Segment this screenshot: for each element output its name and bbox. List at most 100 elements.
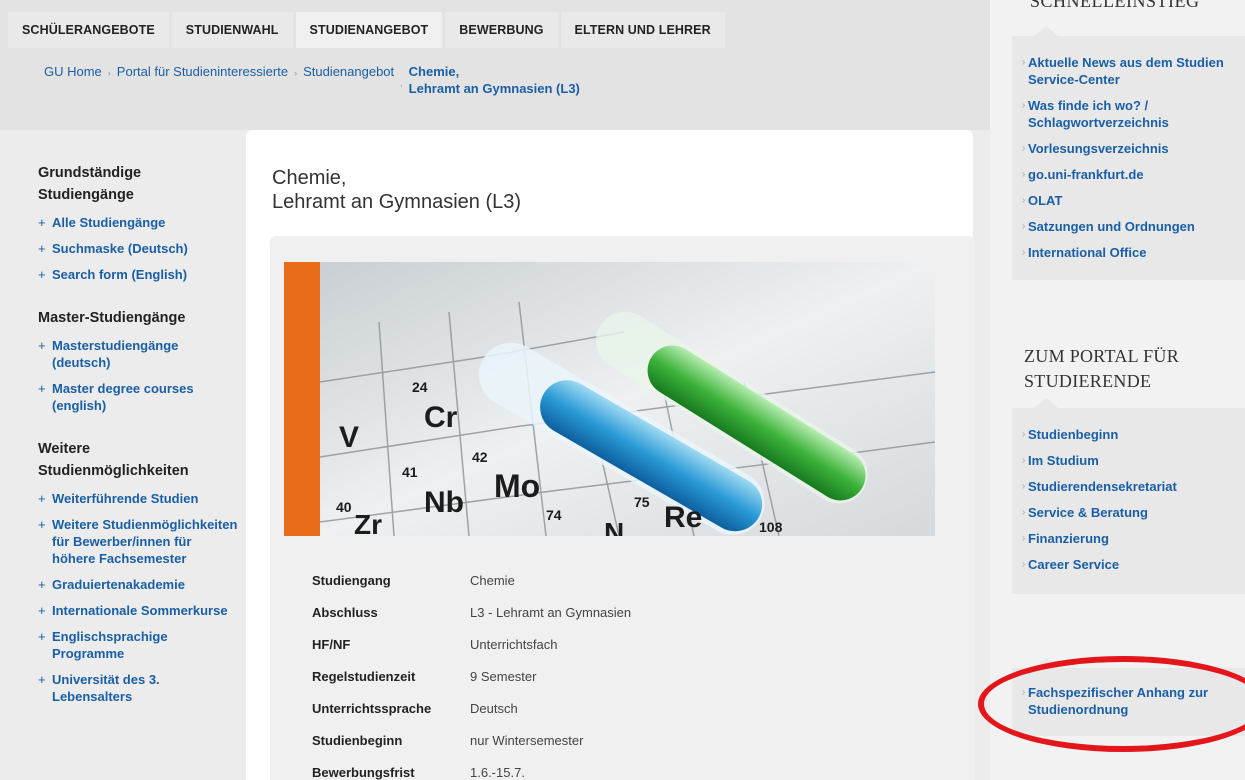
quick-link-go-uni-frankfurt[interactable]: › go.uni-frankfurt.de xyxy=(1022,166,1245,183)
documents-box: › Fachspezifischer Anhang zur Studienordn… xyxy=(1012,668,1245,736)
page-title: Chemie, Lehramt an Gymnasien (L3) xyxy=(272,166,521,214)
portal-link-career-service[interactable]: › Career Service xyxy=(1022,556,1245,573)
sidebar-item-label: Master degree courses (english) xyxy=(52,381,194,413)
sidebar-heading-line: Studiengänge xyxy=(38,187,134,203)
fact-value: 9 Semester xyxy=(470,668,537,684)
sidebar-item-label: Englischsprachige Programme xyxy=(52,629,168,661)
fact-value: Chemie xyxy=(470,572,515,588)
sidebar-list-grundstaendige: + Alle Studiengänge + Suchmaske (Deutsch) … xyxy=(38,214,238,283)
fact-label: HF/NF xyxy=(312,636,351,652)
element-symbol: N xyxy=(604,517,624,536)
sidebar-heading-line: Studienmöglichkeiten xyxy=(38,463,189,479)
plus-icon: + xyxy=(38,517,46,532)
link-fachspezifischer-anhang[interactable]: › Fachspezifischer Anhang zur Studienordn… xyxy=(1022,684,1245,718)
sidebar-heading-weitere: Weitere Studienmöglichkeiten xyxy=(38,438,238,482)
portal-link-im-studium[interactable]: › Im Studium xyxy=(1022,452,1245,469)
portal-link-label: Im Studium xyxy=(1028,453,1099,468)
portal-links-box: › Studienbeginn › Im Studium › Studierenden… xyxy=(1012,408,1245,594)
sidebar-item-label: Graduiertenakademie xyxy=(52,577,185,592)
fact-label: Bewerbungsfrist xyxy=(312,764,415,780)
sidebar-heading-master: Master-Studiengänge xyxy=(38,310,186,326)
portal-link-label: Career Service xyxy=(1028,557,1120,572)
quick-link-satzungen[interactable]: › Satzungen und Ordnungen xyxy=(1022,218,1245,235)
quick-link-label: Vorlesungsverzeichnis xyxy=(1028,141,1169,156)
plus-icon: + xyxy=(38,241,46,256)
fact-label: Abschluss xyxy=(312,604,378,620)
portal-link-sekretariat[interactable]: › Studierendensekretariat xyxy=(1022,478,1245,495)
content-panel: Chemie, Lehramt an Gymnasien (L3) V Cr N… xyxy=(246,130,975,780)
plus-icon: + xyxy=(38,672,46,687)
sidebar-heading-line: Grundständige xyxy=(38,165,142,181)
page-title-line1: Chemie, xyxy=(272,167,347,189)
sidebar-item-label: Alle Studiengänge xyxy=(52,215,166,230)
box-notch xyxy=(1034,26,1058,36)
sidebar-item-englischsprachige[interactable]: + Englischsprachige Programme xyxy=(38,628,238,662)
breadcrumb-separator-icon: › xyxy=(294,68,298,78)
quick-link-vorlesungsverzeichnis[interactable]: › Vorlesungsverzeichnis xyxy=(1022,140,1245,157)
fact-label: Unterrichtssprache xyxy=(312,700,432,716)
portal-link-finanzierung[interactable]: › Finanzierung xyxy=(1022,530,1245,547)
breadcrumb-portal[interactable]: Portal für Studieninteressierte xyxy=(117,64,288,80)
portal-link-studienbeginn[interactable]: › Studienbeginn xyxy=(1022,426,1245,443)
fact-row-studienbeginn: Studienbeginn nur Wintersemester xyxy=(312,724,631,756)
tab-bewerbung[interactable]: BEWERBUNG xyxy=(445,12,558,48)
breadcrumb-separator-icon: › xyxy=(107,68,111,78)
quick-link-olat[interactable]: › OLAT xyxy=(1022,192,1245,209)
plus-icon: + xyxy=(38,215,46,230)
element-symbol: Mo xyxy=(494,468,540,504)
sidebar-item-label: Search form (English) xyxy=(52,267,188,282)
breadcrumb-current: Chemie, Lehramt an Gymnasien (L3) xyxy=(409,63,580,97)
main-nav: SCHÜLERANGEBOTE STUDIENWAHL STUDIENANGEB… xyxy=(8,12,728,48)
element-symbol: Re xyxy=(664,501,702,534)
fact-value: nur Wintersemester xyxy=(470,732,584,748)
portal-link-label: Finanzierung xyxy=(1028,531,1109,546)
portal-link-service-beratung[interactable]: › Service & Beratung xyxy=(1022,504,1245,521)
quick-link-label: International Office xyxy=(1028,245,1147,260)
sidebar-item-graduiertenakademie[interactable]: + Graduiertenakademie xyxy=(38,576,238,593)
quick-link-international-office[interactable]: › International Office xyxy=(1022,244,1245,261)
sidebar-item-search-form[interactable]: + Search form (English) xyxy=(38,266,238,283)
breadcrumb-studienangebot[interactable]: Studienangebot xyxy=(303,64,394,80)
quick-link-news[interactable]: › Aktuelle News aus dem Studien Service-C… xyxy=(1022,54,1245,88)
portal-link-label: Studierendensekretariat xyxy=(1028,479,1177,494)
page-title-line2: Lehramt an Gymnasien (L3) xyxy=(272,191,522,213)
sidebar-item-label: Weitere Studienmöglichkeiten für Bewerbe… xyxy=(52,517,238,566)
breadcrumb-gu-home[interactable]: GU Home xyxy=(44,64,102,80)
element-number: 40 xyxy=(336,499,352,515)
quick-link-label: Satzungen und Ordnungen xyxy=(1028,219,1195,234)
sidebar-item-master-degree[interactable]: + Master degree courses (english) xyxy=(38,380,238,414)
sidebar-item-sommerkurse[interactable]: + Internationale Sommerkurse xyxy=(38,602,238,619)
document-link-label: Fachspezifischer Anhang zur Studienordnu… xyxy=(1028,685,1209,717)
left-sidebar: Grundständige Studiengänge + Alle Studien… xyxy=(38,162,238,729)
sidebar-item-label: Suchmaske (Deutsch) xyxy=(52,241,188,256)
breadcrumb-current-line1: Chemie, xyxy=(408,64,460,79)
sidebar-item-label: Internationale Sommerkurse xyxy=(52,603,228,618)
sidebar-item-weitere-moeglichkeiten[interactable]: + Weitere Studienmöglichkeiten für Bewerb… xyxy=(38,516,238,567)
breadcrumb: GU Home › Portal für Studieninteressiert… xyxy=(44,64,580,97)
tab-eltern-und-lehrer[interactable]: ELTERN UND LEHRER xyxy=(560,12,725,48)
tab-studienangebot[interactable]: STUDIENANGEBOT xyxy=(295,12,443,48)
sidebar-item-label: Masterstudiengänge (deutsch) xyxy=(52,338,179,370)
breadcrumb-current-line2: Lehramt an Gymnasien (L3) xyxy=(408,81,580,96)
sidebar-item-suchmaske[interactable]: + Suchmaske (Deutsch) xyxy=(38,240,238,257)
fact-value: Unterrichtsfach xyxy=(470,636,558,652)
quick-link-label: go.uni-frankfurt.de xyxy=(1028,167,1144,182)
quick-links-list: › Aktuelle News aus dem Studien Service-C… xyxy=(1022,54,1245,261)
sidebar-item-masterstudiengaenge[interactable]: + Masterstudiengänge (deutsch) xyxy=(38,337,238,371)
plus-icon: + xyxy=(38,381,46,396)
sidebar-item-alle-studiengaenge[interactable]: + Alle Studiengänge xyxy=(38,214,238,231)
fact-row-studiengang: Studiengang Chemie xyxy=(312,564,631,596)
fact-row-hf-nf: HF/NF Unterrichtsfach xyxy=(312,628,631,660)
sidebar-item-weiterfuehrende[interactable]: + Weiterführende Studien xyxy=(38,490,238,507)
quick-link-label: OLAT xyxy=(1028,193,1063,208)
element-number: 24 xyxy=(412,379,428,395)
fact-row-bewerbungsfrist: Bewerbungsfrist 1.6.-15.7. xyxy=(312,756,631,780)
tab-studienwahl[interactable]: STUDIENWAHL xyxy=(171,12,293,48)
element-number: 42 xyxy=(472,449,488,465)
quick-link-schlagwortverzeichnis[interactable]: › Was finde ich wo? / Schlagwortverzeichn… xyxy=(1022,97,1245,131)
tab-schuelerangebote[interactable]: SCHÜLERANGEBOTE xyxy=(8,12,169,48)
box-notch xyxy=(1034,398,1058,408)
sidebar-item-lebensalter[interactable]: + Universität des 3. Lebensalters xyxy=(38,671,238,705)
fact-label: Regelstudienzeit xyxy=(312,668,416,684)
sidebar-item-label: Weiterführende Studien xyxy=(52,491,199,506)
